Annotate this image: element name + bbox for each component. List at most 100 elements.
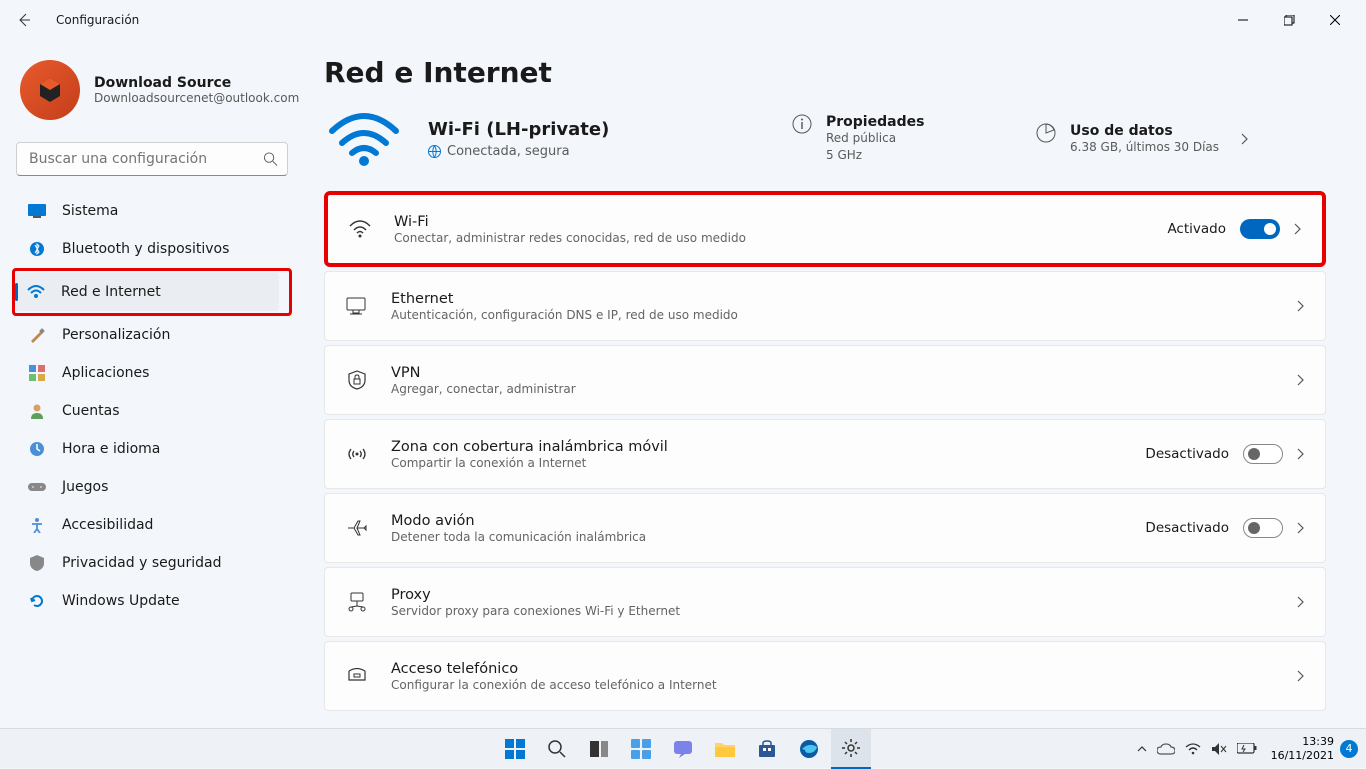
sidebar-item-accesibilidad[interactable]: Accesibilidad — [16, 506, 290, 544]
notification-badge[interactable]: 4 — [1340, 740, 1358, 758]
maximize-button[interactable] — [1266, 4, 1312, 36]
highlight-annotation: Wi-Fi Conectar, administrar redes conoci… — [324, 191, 1326, 267]
chevron-right-icon — [1297, 448, 1305, 460]
widgets-button[interactable] — [621, 729, 661, 769]
battery-tray-icon[interactable] — [1237, 743, 1257, 754]
explorer-button[interactable] — [705, 729, 745, 769]
chevron-right-icon — [1297, 374, 1305, 386]
task-view-button[interactable] — [579, 729, 619, 769]
vpn-icon — [345, 370, 369, 390]
update-icon — [28, 592, 46, 610]
privacy-icon — [28, 554, 46, 572]
tray-chevron-icon[interactable] — [1137, 745, 1147, 753]
sidebar-item-personalizacion[interactable]: Personalización — [16, 316, 290, 354]
chevron-right-icon — [1297, 670, 1305, 682]
proxy-icon — [345, 592, 369, 612]
sidebar-item-label: Aplicaciones — [62, 365, 149, 381]
properties-line2: 5 GHz — [826, 147, 924, 164]
minimize-button[interactable] — [1220, 4, 1266, 36]
vpn-desc: Agregar, conectar, administrar — [391, 382, 1297, 396]
taskbar-clock[interactable]: 13:39 16/11/2021 — [1265, 735, 1340, 761]
hotspot-icon — [345, 445, 369, 463]
sidebar-item-label: Personalización — [62, 327, 170, 343]
hotspot-toggle[interactable] — [1243, 444, 1283, 464]
avatar — [20, 60, 80, 120]
sidebar-item-red[interactable]: Red e Internet — [15, 273, 279, 311]
chevron-right-icon — [1297, 522, 1305, 534]
personalization-icon — [28, 326, 46, 344]
sidebar-item-sistema[interactable]: Sistema — [16, 192, 290, 230]
edge-button[interactable] — [789, 729, 829, 769]
data-usage-link[interactable]: Uso de datos 6.38 GB, últimos 30 Días — [1036, 123, 1249, 156]
properties-title: Propiedades — [826, 114, 924, 130]
dialup-desc: Configurar la conexión de acceso telefón… — [391, 678, 1297, 692]
user-email: Downloadsourcenet@outlook.com — [94, 91, 299, 105]
vpn-setting-row[interactable]: VPN Agregar, conectar, administrar — [325, 346, 1325, 414]
chevron-right-icon — [1297, 596, 1305, 608]
sidebar-item-cuentas[interactable]: Cuentas — [16, 392, 290, 430]
gaming-icon — [28, 478, 46, 496]
hotspot-desc: Compartir la conexión a Internet — [391, 456, 1145, 470]
ethernet-setting-row[interactable]: Ethernet Autenticación, configuración DN… — [325, 272, 1325, 340]
store-button[interactable] — [747, 729, 787, 769]
sidebar-item-update[interactable]: Windows Update — [16, 582, 290, 620]
highlight-annotation: Red e Internet — [12, 268, 292, 316]
sidebar-item-juegos[interactable]: Juegos — [16, 468, 290, 506]
chat-button[interactable] — [663, 729, 703, 769]
properties-link[interactable]: Propiedades Red pública 5 GHz — [792, 114, 1012, 164]
apps-icon — [28, 364, 46, 382]
sidebar-item-label: Red e Internet — [61, 284, 161, 300]
search-input[interactable] — [16, 142, 288, 176]
dialup-setting-row[interactable]: Acceso telefónico Configurar la conexión… — [325, 642, 1325, 710]
window-title: Configuración — [56, 13, 139, 27]
sidebar-item-label: Juegos — [62, 479, 108, 495]
globe-icon — [428, 145, 441, 158]
sidebar-item-label: Privacidad y seguridad — [62, 555, 222, 571]
search-taskbar-button[interactable] — [537, 729, 577, 769]
settings-taskbar-button[interactable] — [831, 729, 871, 769]
wifi-large-icon — [324, 111, 404, 167]
hotspot-state-label: Desactivado — [1145, 446, 1229, 462]
sidebar-item-hora[interactable]: Hora e idioma — [16, 430, 290, 468]
accessibility-icon — [28, 516, 46, 534]
sidebar-item-label: Cuentas — [62, 403, 120, 419]
proxy-title: Proxy — [391, 587, 1297, 603]
network-status: Conectada, segura — [447, 144, 570, 159]
network-name: Wi-Fi (LH-private) — [428, 119, 768, 140]
close-button[interactable] — [1312, 4, 1358, 36]
page-title: Red e Internet — [324, 56, 1326, 89]
wifi-toggle[interactable] — [1240, 219, 1280, 239]
user-card[interactable]: Download Source Downloadsourcenet@outloo… — [16, 56, 300, 138]
time-language-icon — [28, 440, 46, 458]
sidebar-item-privacidad[interactable]: Privacidad y seguridad — [16, 544, 290, 582]
dialup-title: Acceso telefónico — [391, 661, 1297, 677]
ethernet-desc: Autenticación, configuración DNS e IP, r… — [391, 308, 1297, 322]
airplane-toggle[interactable] — [1243, 518, 1283, 538]
airplane-setting-row[interactable]: Modo avión Detener toda la comunicación … — [325, 494, 1325, 562]
wifi-title: Wi-Fi — [394, 214, 1167, 230]
hotspot-title: Zona con cobertura inalámbrica móvil — [391, 439, 1145, 455]
wifi-state-label: Activado — [1167, 221, 1226, 237]
data-usage-title: Uso de datos — [1070, 123, 1219, 139]
info-icon — [792, 114, 812, 164]
volume-tray-icon[interactable] — [1211, 742, 1227, 756]
system-icon — [28, 202, 46, 220]
start-button[interactable] — [495, 729, 535, 769]
properties-line1: Red pública — [826, 130, 924, 147]
chevron-right-icon — [1297, 300, 1305, 312]
sidebar: Download Source Downloadsourcenet@outloo… — [0, 40, 300, 728]
proxy-setting-row[interactable]: Proxy Servidor proxy para conexiones Wi-… — [325, 568, 1325, 636]
hotspot-setting-row[interactable]: Zona con cobertura inalámbrica móvil Com… — [325, 420, 1325, 488]
bluetooth-icon — [28, 240, 46, 258]
airplane-state-label: Desactivado — [1145, 520, 1229, 536]
sidebar-item-label: Bluetooth y dispositivos — [62, 241, 229, 257]
airplane-icon — [345, 518, 369, 538]
wifi-icon — [348, 220, 372, 238]
sidebar-item-aplicaciones[interactable]: Aplicaciones — [16, 354, 290, 392]
content-area: Red e Internet Wi-Fi (LH-private) Conect… — [300, 40, 1366, 728]
onedrive-tray-icon[interactable] — [1157, 743, 1175, 755]
wifi-tray-icon[interactable] — [1185, 743, 1201, 755]
sidebar-item-bluetooth[interactable]: Bluetooth y dispositivos — [16, 230, 290, 268]
wifi-setting-row[interactable]: Wi-Fi Conectar, administrar redes conoci… — [328, 195, 1322, 263]
back-button[interactable] — [8, 4, 40, 36]
